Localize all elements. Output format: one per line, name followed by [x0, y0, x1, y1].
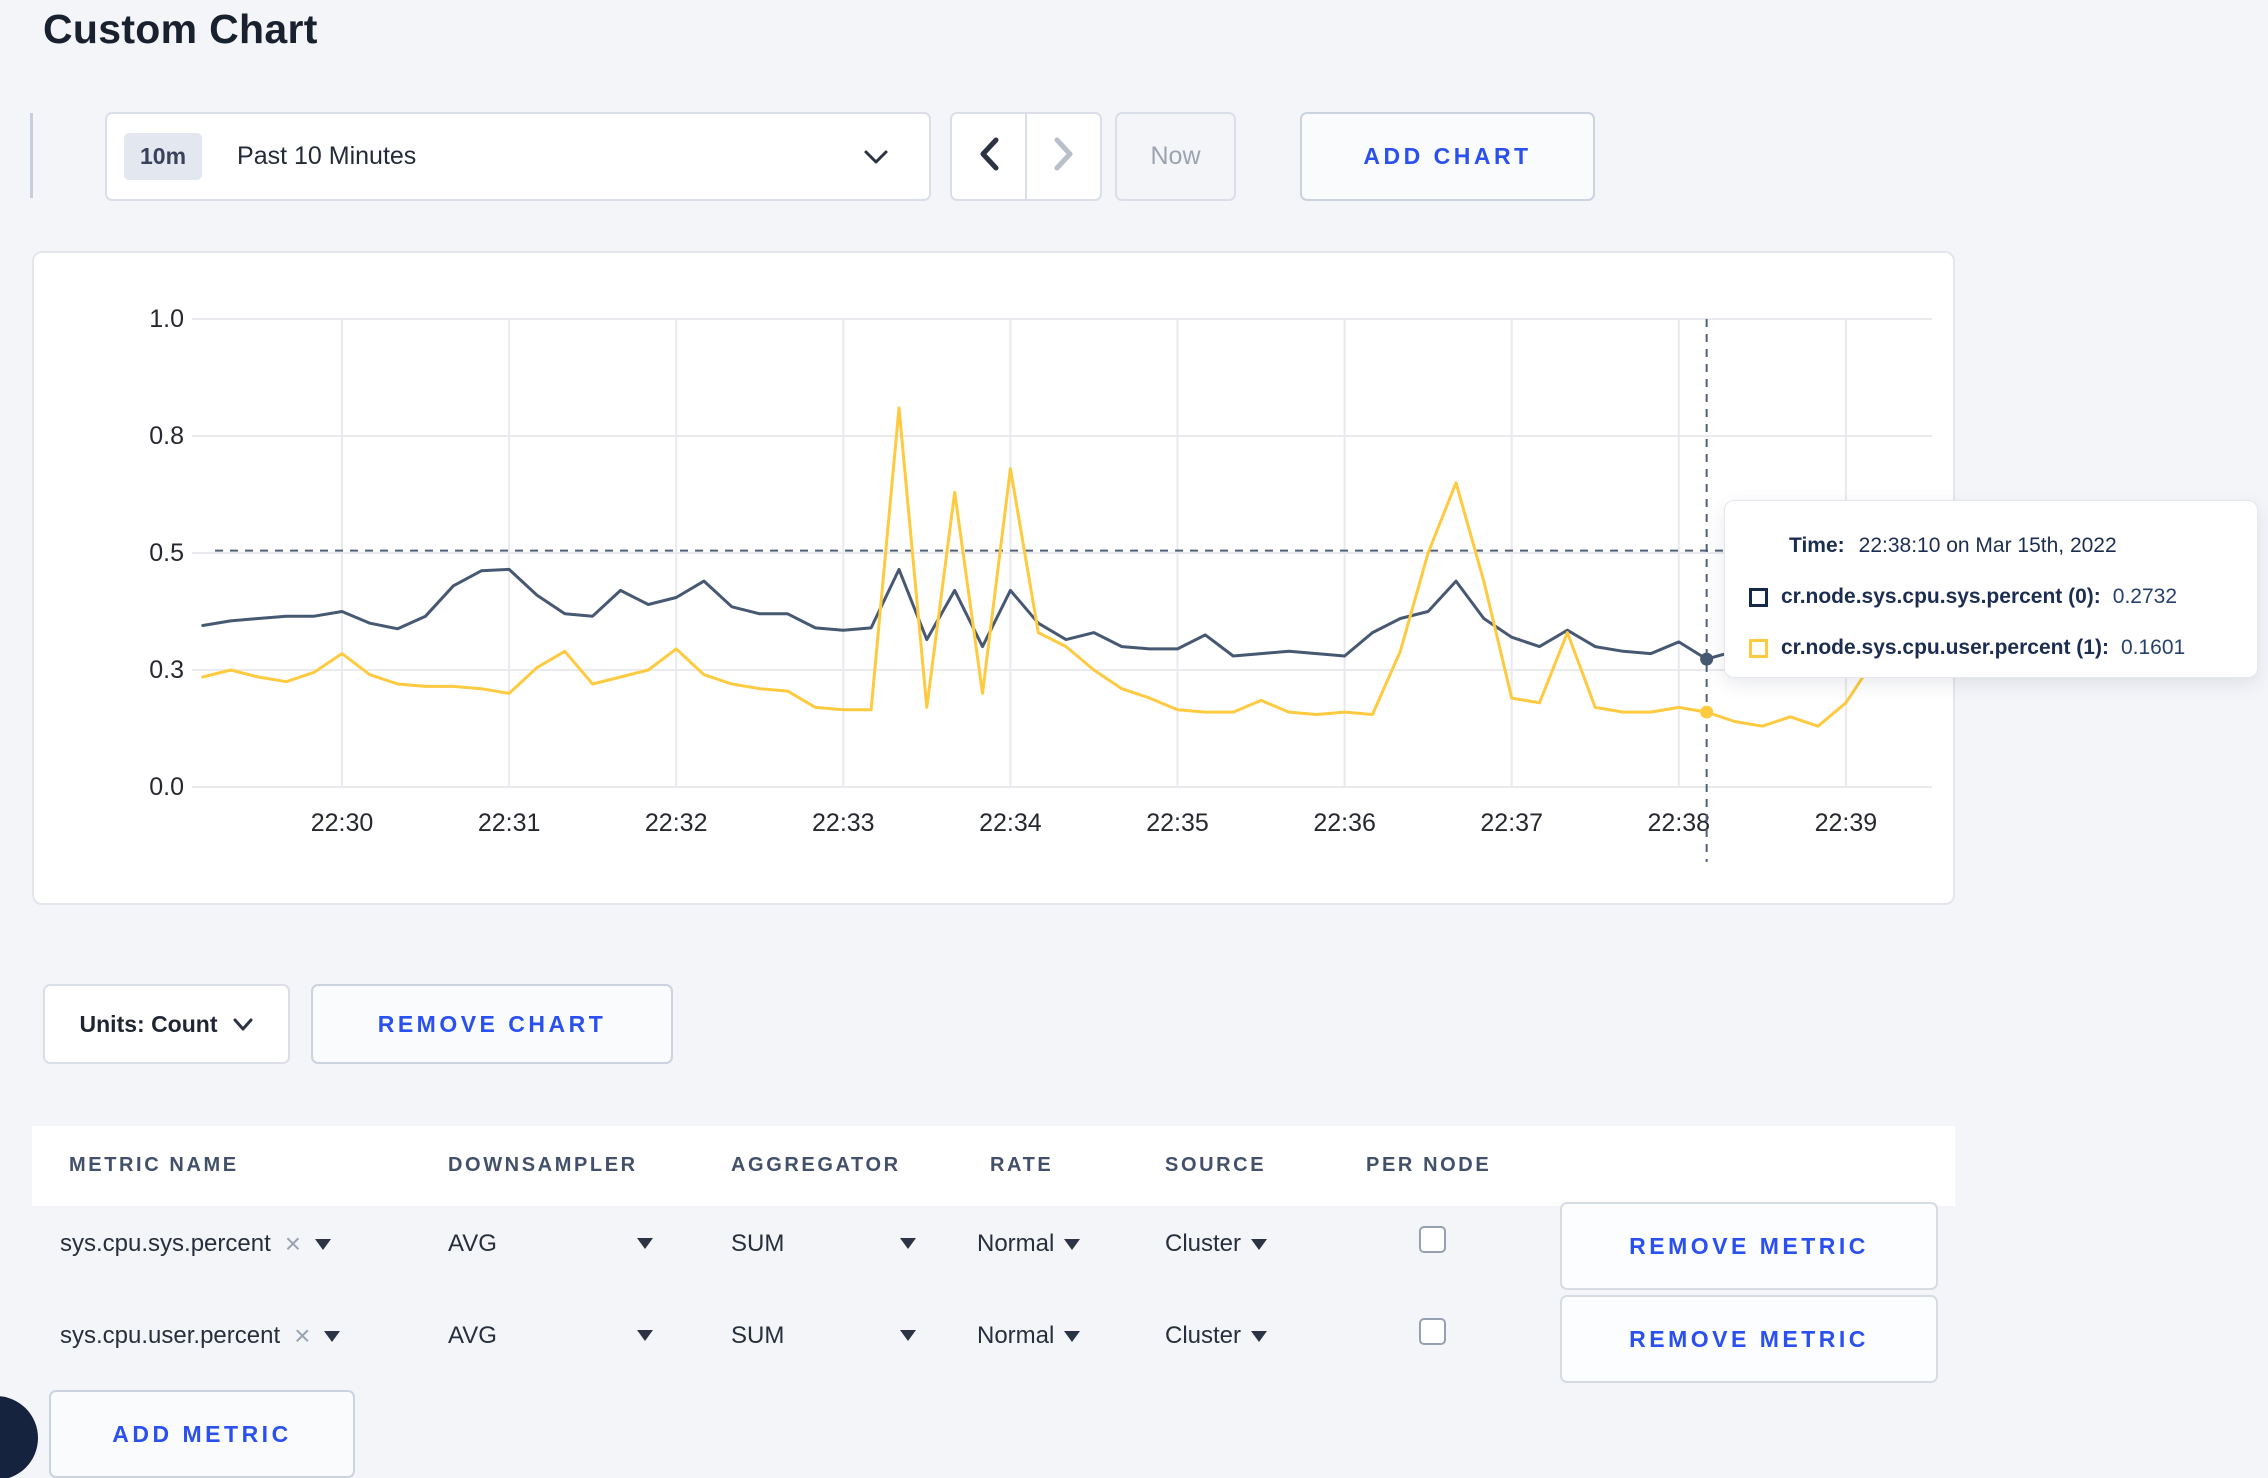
per-node-checkbox[interactable]: [1419, 1226, 1446, 1253]
dropdown-caret-icon: [315, 1238, 332, 1250]
dropdown-caret-icon: [1064, 1238, 1081, 1250]
per-node-checkbox[interactable]: [1419, 1318, 1446, 1345]
rate-value: Normal: [977, 1230, 1055, 1257]
metric-name-select[interactable]: sys.cpu.user.percent ×: [60, 1314, 341, 1358]
dropdown-caret-icon: [1251, 1238, 1268, 1250]
svg-text:22:35: 22:35: [1146, 809, 1209, 837]
col-header-per-node: PER NODE: [1366, 1154, 1492, 1176]
tooltip-series-row: cr.node.sys.cpu.sys.percent (0): 0.2732: [1749, 577, 2237, 617]
custom-chart-page: Custom Chart 10m Past 10 Minutes Now ADD…: [0, 0, 2268, 1478]
remove-chart-button[interactable]: REMOVE CHART: [311, 984, 673, 1064]
tooltip-time-value: 22:38:10 on Mar 15th, 2022: [1858, 534, 2117, 557]
source-value: Cluster: [1165, 1322, 1242, 1349]
svg-text:22:31: 22:31: [478, 809, 541, 837]
aggregator-select[interactable]: SUM: [731, 1314, 784, 1358]
dropdown-caret-icon: [324, 1330, 341, 1342]
dropdown-caret-icon: [1251, 1330, 1268, 1342]
svg-text:22:36: 22:36: [1313, 809, 1376, 837]
add-metric-button[interactable]: ADD METRIC: [49, 1390, 355, 1478]
tooltip-series-name: cr.node.sys.cpu.sys.percent (0):: [1781, 585, 2101, 608]
remove-metric-button[interactable]: REMOVE METRIC: [1560, 1295, 1938, 1383]
downsampler-select[interactable]: AVG: [448, 1222, 497, 1266]
tooltip-time-label: Time:: [1789, 534, 1845, 557]
aggregator-select[interactable]: SUM: [731, 1222, 784, 1266]
tooltip-time-row: Time: 22:38:10 on Mar 15th, 2022: [1749, 526, 2237, 566]
svg-text:22:38: 22:38: [1648, 809, 1711, 837]
line-chart[interactable]: 0.0 0.3 0.5 0.8 1.0 22:30 22:31 22:32 22:33 22:34…: [34, 253, 1953, 903]
svg-text:22:30: 22:30: [311, 809, 374, 837]
source-value: Cluster: [1165, 1230, 1242, 1257]
col-header-downsampler: DOWNSAMPLER: [448, 1154, 638, 1176]
downsampler-select[interactable]: AVG: [448, 1314, 497, 1358]
tooltip-series-row: cr.node.sys.cpu.user.percent (1): 0.1601: [1749, 628, 2237, 668]
svg-text:1.0: 1.0: [149, 305, 184, 333]
svg-text:0.3: 0.3: [149, 656, 184, 684]
metric-name-select[interactable]: sys.cpu.sys.percent ×: [60, 1222, 332, 1266]
dropdown-caret-icon[interactable]: [900, 1330, 916, 1341]
col-header-metric-name: METRIC NAME: [69, 1154, 239, 1176]
chart-card[interactable]: 0.0 0.3 0.5 0.8 1.0 22:30 22:31 22:32 22:33 22:34…: [32, 251, 1955, 905]
series-swatch-icon: [1749, 638, 1768, 658]
remove-metric-button[interactable]: REMOVE METRIC: [1560, 1202, 1938, 1290]
now-button[interactable]: Now: [1115, 112, 1236, 201]
series-swatch-icon: [1749, 587, 1768, 607]
svg-text:22:32: 22:32: [645, 809, 708, 837]
rate-value: Normal: [977, 1322, 1055, 1349]
tooltip-series-value: 0.1601: [2120, 636, 2186, 659]
time-range-select[interactable]: 10m Past 10 Minutes: [105, 112, 931, 201]
svg-text:22:33: 22:33: [812, 809, 875, 837]
dropdown-caret-icon: [1064, 1330, 1081, 1342]
chart-tooltip: Time: 22:38:10 on Mar 15th, 2022 cr.node…: [1724, 500, 2258, 678]
time-range-label: Past 10 Minutes: [237, 142, 417, 170]
col-header-source: SOURCE: [1165, 1154, 1267, 1176]
rate-select[interactable]: Normal: [977, 1314, 1081, 1358]
svg-text:22:34: 22:34: [979, 809, 1042, 837]
next-time-button[interactable]: [1027, 114, 1100, 199]
chevron-down-icon: [863, 149, 889, 165]
svg-text:22:39: 22:39: [1815, 809, 1878, 837]
toolbar-divider: [30, 113, 33, 198]
aggregator-value: SUM: [731, 1322, 785, 1349]
tooltip-series-value: 0.2732: [2112, 585, 2178, 608]
dropdown-caret-icon[interactable]: [900, 1238, 916, 1249]
chevron-down-icon: [233, 1018, 253, 1031]
add-chart-button[interactable]: ADD CHART: [1300, 112, 1595, 201]
chevron-left-icon: [977, 136, 1001, 177]
page-title: Custom Chart: [43, 6, 318, 52]
metric-name-value: sys.cpu.sys.percent: [60, 1230, 271, 1257]
svg-text:0.0: 0.0: [149, 773, 184, 801]
source-select[interactable]: Cluster: [1165, 1314, 1268, 1358]
col-header-aggregator: AGGREGATOR: [731, 1154, 901, 1176]
downsampler-value: AVG: [448, 1322, 497, 1349]
downsampler-value: AVG: [448, 1230, 497, 1257]
svg-text:22:37: 22:37: [1480, 809, 1543, 837]
time-range-badge: 10m: [124, 133, 203, 180]
col-header-rate: RATE: [990, 1154, 1054, 1176]
aggregator-value: SUM: [731, 1230, 785, 1257]
time-nav-group: [950, 112, 1102, 201]
prev-time-button[interactable]: [952, 114, 1027, 199]
units-select[interactable]: Units: Count: [43, 984, 290, 1064]
clear-icon[interactable]: ×: [294, 1322, 310, 1350]
dropdown-caret-icon[interactable]: [637, 1238, 653, 1249]
units-label: Units: Count: [79, 1010, 218, 1037]
svg-text:0.5: 0.5: [149, 539, 184, 567]
tooltip-series-name: cr.node.sys.cpu.user.percent (1):: [1781, 636, 2109, 659]
chat-bubble-icon[interactable]: [0, 1396, 38, 1478]
dropdown-caret-icon[interactable]: [637, 1330, 653, 1341]
rate-select[interactable]: Normal: [977, 1222, 1081, 1266]
source-select[interactable]: Cluster: [1165, 1222, 1268, 1266]
svg-text:0.8: 0.8: [149, 422, 184, 450]
metric-name-value: sys.cpu.user.percent: [60, 1322, 281, 1349]
chevron-right-icon: [1052, 136, 1076, 177]
clear-icon[interactable]: ×: [285, 1230, 301, 1258]
